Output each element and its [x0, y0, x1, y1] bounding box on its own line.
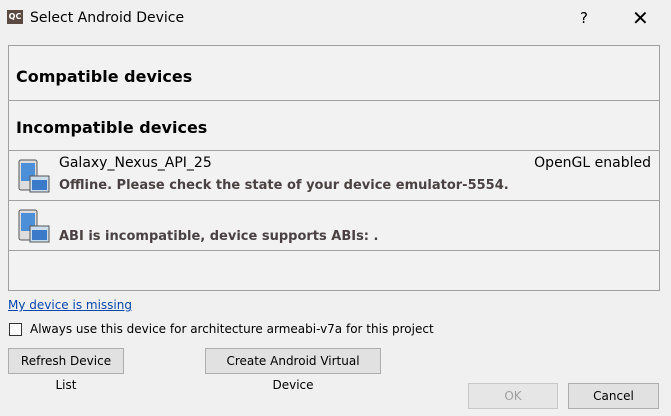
compatible-devices-header: Compatible devices: [9, 46, 659, 101]
cancel-button[interactable]: Cancel: [568, 383, 659, 409]
android-device-icon: [18, 159, 50, 193]
always-use-label[interactable]: Always use this device for architecture …: [30, 322, 434, 336]
title-bar: QC Select Android Device ? ✕: [0, 0, 671, 37]
help-button[interactable]: ?: [580, 9, 588, 27]
window-title: Select Android Device: [30, 10, 185, 26]
always-use-checkbox[interactable]: [9, 323, 22, 336]
device-row[interactable]: ABI is incompatible, device supports ABI…: [9, 201, 659, 251]
ok-button[interactable]: OK: [468, 383, 558, 409]
device-message: ABI is incompatible, device supports ABI…: [59, 229, 379, 244]
android-device-icon: [18, 209, 50, 243]
device-status: OpenGL enabled: [534, 155, 651, 171]
refresh-device-list-button[interactable]: Refresh Device List: [8, 348, 124, 392]
qt-creator-icon: QC: [7, 10, 23, 24]
close-button[interactable]: ✕: [632, 6, 649, 30]
device-name: Galaxy_Nexus_API_25: [59, 155, 212, 171]
device-row[interactable]: Galaxy_Nexus_API_25 OpenGL enabled Offli…: [9, 151, 659, 201]
device-message: Offline. Please check the state of your …: [59, 178, 509, 193]
device-list[interactable]: Compatible devices Incompatible devices …: [8, 45, 660, 291]
create-avd-button[interactable]: Create Android Virtual Device: [205, 348, 381, 392]
device-missing-link[interactable]: My device is missing: [8, 298, 132, 312]
incompatible-devices-header: Incompatible devices: [9, 101, 659, 151]
